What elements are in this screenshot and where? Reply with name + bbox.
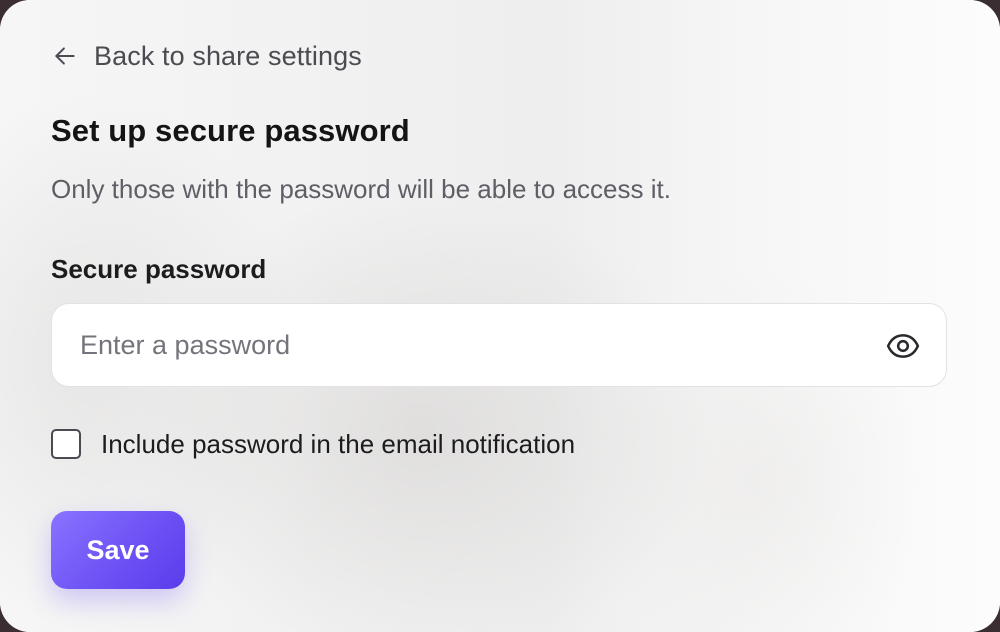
password-input[interactable] [80, 304, 840, 386]
dialog-title: Set up secure password [51, 113, 410, 148]
arrow-left-icon [55, 47, 75, 65]
dialog-subtitle: Only those with the password will be abl… [51, 174, 671, 204]
back-to-share-settings-link[interactable]: Back to share settings [52, 36, 362, 76]
password-input-container [51, 303, 947, 387]
share-password-panel: Back to share settings Set up secure pas… [0, 0, 1000, 632]
include-password-option[interactable]: Include password in the email notificati… [51, 424, 575, 464]
eye-icon[interactable] [886, 329, 920, 363]
include-password-label: Include password in the email notificati… [101, 428, 576, 459]
save-button[interactable]: Save [51, 511, 185, 589]
password-field-label: Secure password [51, 254, 267, 284]
include-password-checkbox[interactable] [51, 429, 81, 459]
back-link-label: Back to share settings [94, 40, 362, 71]
